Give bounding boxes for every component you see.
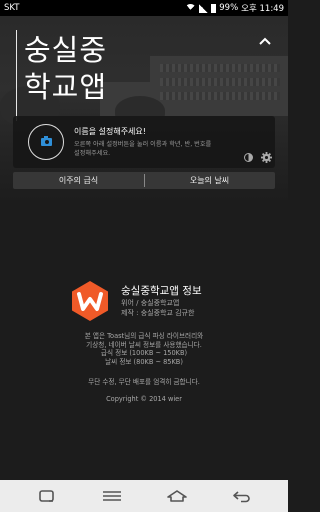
title-line-1: 숭실중 xyxy=(24,33,108,67)
profile-name-prompt: 이름을 설정해주세요! xyxy=(74,127,146,136)
description-line: 기상청, 네이버 날씨 정보를 사용했습니다. xyxy=(86,340,202,349)
profile-hint: 오른쪽 아래 설정버튼을 눌러 이름과 학년, 반, 번호를 설정해주세요. xyxy=(74,140,254,158)
title-line-2: 학교앱 xyxy=(24,70,108,104)
gear-icon[interactable] xyxy=(261,152,272,163)
carrier-label: SKT xyxy=(4,3,20,13)
title-accent-line xyxy=(16,30,17,121)
battery-percent: 99% xyxy=(219,3,239,13)
description-line: 본 앱은 Toast님의 급식 파싱 라이브러리와 xyxy=(84,332,204,340)
navigation-bar xyxy=(0,480,288,512)
profile-hint-line: 오른쪽 아래 설정버튼을 눌러 이름과 학년, 반, 번호를 xyxy=(74,141,212,148)
tab-weekly-meal[interactable]: 이주의 급식 xyxy=(13,172,144,189)
home-icon xyxy=(166,490,187,502)
page-title: 숭실중 학교앱 xyxy=(24,32,107,106)
back-button[interactable] xyxy=(230,487,254,505)
description-line: 날씨 정보 (80KB ~ 85KB) xyxy=(105,357,183,366)
tab-divider xyxy=(144,174,145,187)
home-button[interactable] xyxy=(165,487,189,505)
menu-icon xyxy=(102,491,121,501)
status-bar: SKT 99% 오후 11:49 xyxy=(0,0,288,16)
camera-icon xyxy=(41,136,52,146)
battery-icon xyxy=(211,3,217,13)
back-icon xyxy=(232,491,250,503)
description-line: 급식 정보 (100KB ~ 150KB) xyxy=(100,349,188,357)
header-banner: 숭실중 학교앱 이름을 설정해주세요! 오른쪽 아래 설정버튼을 눌러 이름과 … xyxy=(0,16,288,200)
profile-photo-button[interactable] xyxy=(28,124,64,160)
menu-button[interactable] xyxy=(100,487,124,505)
app-author: 위어 / 숭실중학교앱 xyxy=(121,299,180,307)
app-info-title: 숭실중학교앱 정보 xyxy=(121,285,202,297)
signal-icon xyxy=(199,3,209,13)
copy-notice: 무단 수정, 무단 배포를 엄격히 금합니다. xyxy=(88,378,200,386)
status-icons: 99% 오후 11:49 xyxy=(185,2,284,15)
contrast-icon[interactable] xyxy=(244,153,253,162)
recent-apps-button[interactable] xyxy=(35,487,59,505)
background-windows xyxy=(160,92,280,100)
wifi-icon xyxy=(185,3,197,15)
app-producer: 제작 : 숭실중학교 김규한 xyxy=(121,309,195,317)
w-logo-icon xyxy=(72,281,108,321)
background-windows xyxy=(160,64,280,72)
recent-apps-icon xyxy=(38,490,54,502)
clock: 오후 11:49 xyxy=(241,4,284,14)
chevron-up-icon[interactable] xyxy=(258,36,272,46)
profile-hint-line: 설정해주세요. xyxy=(74,150,111,157)
app-description: 본 앱은 Toast님의 급식 파싱 라이브러리와 기상청, 네이버 날씨 정보… xyxy=(0,332,288,366)
background-windows xyxy=(160,78,280,86)
profile-card: 이름을 설정해주세요! 오른쪽 아래 설정버튼을 눌러 이름과 학년, 반, 번… xyxy=(13,116,275,168)
copyright: Copyright © 2014 wier xyxy=(106,395,182,403)
tab-today-weather[interactable]: 오늘의 날씨 xyxy=(144,172,275,189)
tab-bar: 이주의 급식 오늘의 날씨 xyxy=(13,172,275,189)
